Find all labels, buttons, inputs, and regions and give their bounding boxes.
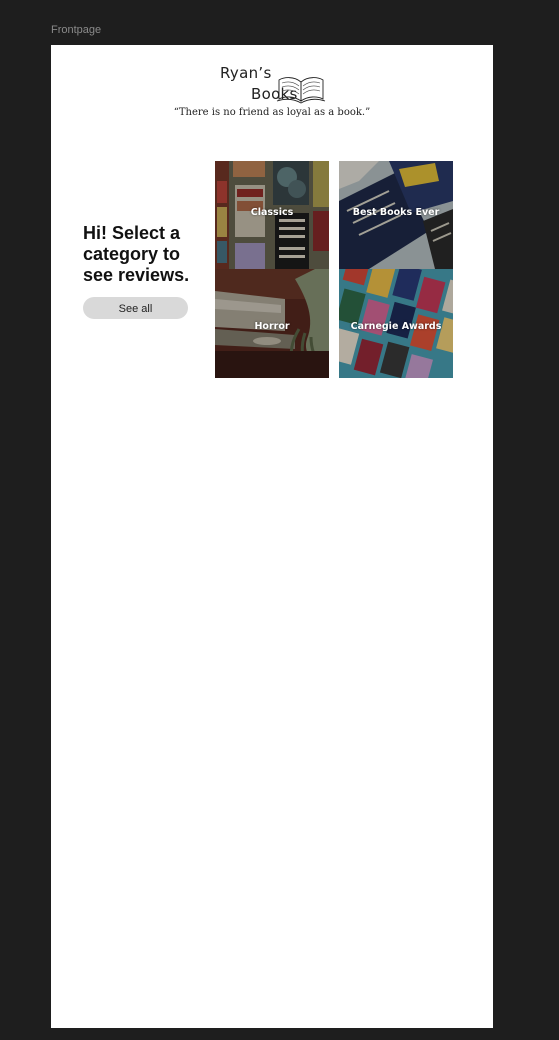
tile-label-carnegie-awards: Carnegie Awards [350,321,442,332]
see-all-button[interactable]: See all [83,297,188,319]
logo[interactable]: Ryan’s Books [220,64,330,106]
hero-headline: Hi! Select a category to see reviews. [83,223,190,285]
tile-label-horror: Horror [254,321,290,332]
frontpage-artboard: Ryan’s Books “There is no friend as loya… [51,45,493,1028]
logo-text-line1: Ryan’s [220,64,272,82]
tile-label-classics: Classics [250,207,294,218]
category-tile-carnegie-awards[interactable]: Carnegie Awards [339,269,453,378]
open-book-icon [276,77,326,104]
category-tile-horror[interactable]: Horror [215,269,329,378]
category-tile-best-books-ever[interactable]: Best Books Ever [339,161,453,269]
frame-label: Frontpage [51,24,102,36]
tile-label-best-books-ever: Best Books Ever [352,207,440,218]
tagline: “There is no friend as loyal as a book.” [173,107,371,118]
category-tile-classics[interactable]: Classics [215,161,329,269]
